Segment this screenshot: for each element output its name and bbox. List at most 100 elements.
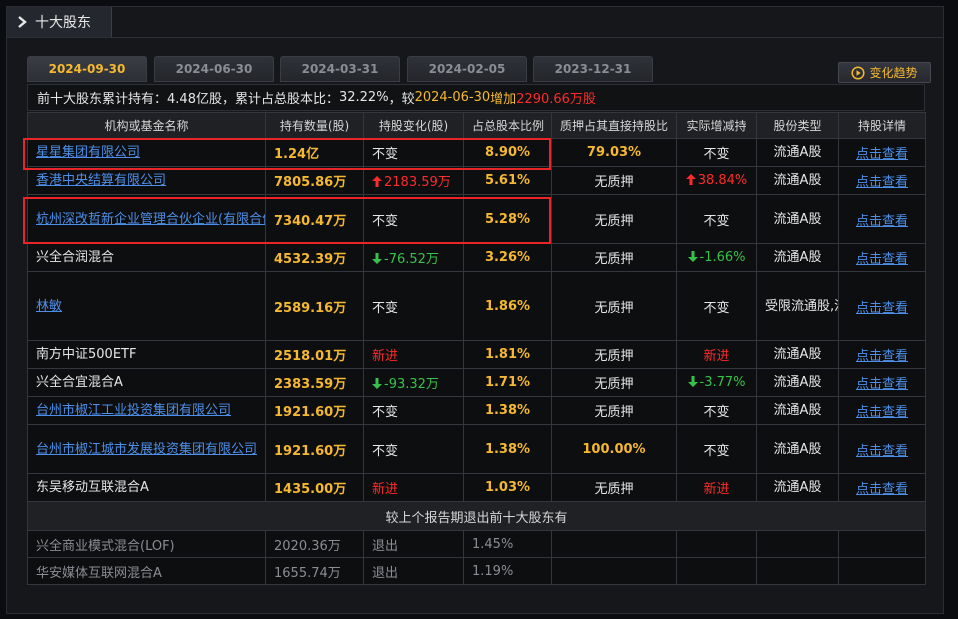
- table-row: 东吴移动互联混合A 1435.00万 新进 1.03% 无质押 新进 流通A股 点击查看: [27, 473, 926, 502]
- ratio-cell: 8.90%: [463, 138, 552, 167]
- actual-change-value: 38.84%: [697, 173, 748, 188]
- header-actual: 实际增减持: [676, 112, 757, 139]
- window-title: 十大股东: [35, 15, 91, 31]
- summary-mid: ，累计占总股本比：: [221, 92, 339, 107]
- shareholder-name-cell: 台州市椒江工业投资集团有限公司: [27, 396, 266, 425]
- detail-link[interactable]: 点击查看: [856, 214, 908, 229]
- change-cell: -76.52万: [363, 243, 464, 272]
- header-pledge: 质押占其直接持股比: [551, 112, 677, 139]
- shareholder-name-link[interactable]: 台州市椒江城市发展投资集团有限公司: [36, 442, 257, 457]
- pledge-cell: 无质押: [551, 368, 677, 397]
- detail-link[interactable]: 点击查看: [856, 405, 908, 420]
- chevron-right-icon: [13, 13, 31, 31]
- detail-link[interactable]: 点击查看: [856, 301, 908, 316]
- amount-cell: 1435.00万: [265, 473, 364, 502]
- empty-cell: [838, 530, 926, 558]
- change-value: 2183.59万: [384, 175, 451, 190]
- exit-ratio-cell: 1.19%: [463, 557, 552, 585]
- tab-2024-06-30[interactable]: 2024-06-30: [154, 56, 274, 82]
- tab-2024-02-05[interactable]: 2024-02-05: [407, 56, 527, 82]
- empty-cell: [756, 530, 839, 558]
- empty-cell: [551, 557, 677, 585]
- pledge-cell: 无质押: [551, 166, 677, 195]
- change-cell: 不变: [363, 138, 464, 167]
- summary-mid2: ，较: [388, 92, 415, 107]
- detail-cell: 点击查看: [838, 340, 926, 369]
- change-cell: 2183.59万: [363, 166, 464, 195]
- change-value: 不变: [372, 147, 399, 162]
- exit-section-title: 较上个报告期退出前十大股东有: [27, 501, 926, 531]
- amount-cell: 1.24亿: [265, 138, 364, 167]
- actual-change-value: 不变: [703, 443, 730, 459]
- shareholder-name-cell: 兴全合润混合: [27, 243, 266, 272]
- actual-change-cell: -1.66%: [676, 243, 757, 272]
- change-value: 不变: [372, 405, 399, 420]
- change-value: 不变: [372, 300, 399, 316]
- detail-link[interactable]: 点击查看: [856, 147, 908, 162]
- ratio-cell: 1.71%: [463, 368, 552, 397]
- summary-compare-date: 2024-06-30: [414, 90, 491, 105]
- detail-link[interactable]: 点击查看: [856, 175, 908, 190]
- shareholder-name-cell: 兴全合宜混合A: [27, 368, 266, 397]
- section-tab[interactable]: 十大股东: [7, 7, 112, 37]
- exit-change-cell: 退出: [363, 557, 464, 585]
- summary-change-value: 2290.66万股: [516, 92, 596, 107]
- exit-section-row: 较上个报告期退出前十大股东有: [27, 501, 926, 531]
- summary-bar: 前十大股东累计持有： 4.48亿股 ，累计占总股本比： 32.22% ，较 20…: [27, 84, 925, 111]
- shareholder-name-cell: 杭州深改哲新企业管理合伙企业(有限合伙): [27, 194, 266, 244]
- change-cell: 不变: [363, 424, 464, 474]
- shareholder-name-link[interactable]: 台州市椒江工业投资集团有限公司: [36, 403, 231, 418]
- table-row: 兴全合润混合 4532.39万 -76.52万 3.26% 无质押 -1.66% 流通A股 点…: [27, 243, 926, 272]
- shareholder-name-cell: 台州市椒江城市发展投资集团有限公司: [27, 424, 266, 474]
- ratio-cell: 5.28%: [463, 194, 552, 244]
- detail-link[interactable]: 点击查看: [856, 377, 908, 392]
- exit-row: 兴全商业模式混合(LOF) 2020.36万 退出 1.45%: [27, 530, 926, 558]
- summary-prefix: 前十大股东累计持有：: [37, 92, 168, 107]
- arrow-down-icon: [372, 253, 382, 264]
- main-window: 十大股东 2024-09-30 2024-06-30 2024-03-31 20…: [6, 6, 944, 614]
- table-row: 星星集团有限公司 1.24亿 不变 8.90% 79.03% 不变 流通A股 点击查看: [27, 138, 926, 167]
- change-cell: 不变: [363, 194, 464, 244]
- ratio-cell: 1.38%: [463, 396, 552, 425]
- detail-cell: 点击查看: [838, 271, 926, 341]
- actual-change-cell: 不变: [676, 396, 757, 425]
- amount-cell: 7805.86万: [265, 166, 364, 195]
- amount-cell: 1921.60万: [265, 396, 364, 425]
- detail-cell: 点击查看: [838, 396, 926, 425]
- change-value: 不变: [372, 443, 399, 459]
- table-row: 香港中央结算有限公司 7805.86万 2183.59万 5.61% 无质押 38.84%…: [27, 166, 926, 195]
- shareholder-name-link[interactable]: 林敏: [36, 299, 62, 314]
- arrow-down-icon: [687, 376, 698, 387]
- actual-change-cell: 不变: [676, 424, 757, 474]
- share-type-cell: 受限流通股,流通A股: [756, 271, 839, 341]
- pledge-cell: 无质押: [551, 340, 677, 369]
- change-value: -76.52万: [384, 252, 439, 267]
- detail-link[interactable]: 点击查看: [856, 252, 908, 267]
- actual-change-value: 不变: [703, 147, 730, 162]
- tab-2023-12-31[interactable]: 2023-12-31: [533, 56, 653, 82]
- change-cell: 不变: [363, 396, 464, 425]
- shareholder-name-link[interactable]: 星星集团有限公司: [36, 145, 140, 160]
- empty-cell: [551, 530, 677, 558]
- detail-link[interactable]: 点击查看: [856, 482, 908, 497]
- shareholder-name-link[interactable]: 杭州深改哲新企业管理合伙企业(有限合伙): [36, 212, 265, 227]
- actual-change-cell: 新进: [676, 473, 757, 502]
- pledge-cell: 无质押: [551, 271, 677, 341]
- ratio-cell: 1.86%: [463, 271, 552, 341]
- detail-link[interactable]: 点击查看: [856, 349, 908, 364]
- trend-button[interactable]: 变化趋势: [838, 62, 931, 83]
- empty-cell: [676, 557, 757, 585]
- tab-2024-09-30[interactable]: 2024-09-30: [27, 56, 147, 82]
- table-row: 杭州深改哲新企业管理合伙企业(有限合伙) 7340.47万 不变 5.28% 无质押 不变…: [27, 194, 926, 244]
- actual-change-value: 不变: [703, 300, 730, 316]
- detail-cell: 点击查看: [838, 194, 926, 244]
- detail-cell: 点击查看: [838, 424, 926, 474]
- pledge-cell: 100.00%: [551, 424, 677, 474]
- shareholder-name-link[interactable]: 香港中央结算有限公司: [36, 173, 166, 188]
- arrow-down-icon: [372, 378, 382, 389]
- actual-change-cell: -3.77%: [676, 368, 757, 397]
- tab-2024-03-31[interactable]: 2024-03-31: [280, 56, 400, 82]
- change-cell: 新进: [363, 340, 464, 369]
- share-type-cell: 流通A股: [756, 368, 839, 397]
- detail-link[interactable]: 点击查看: [856, 444, 908, 459]
